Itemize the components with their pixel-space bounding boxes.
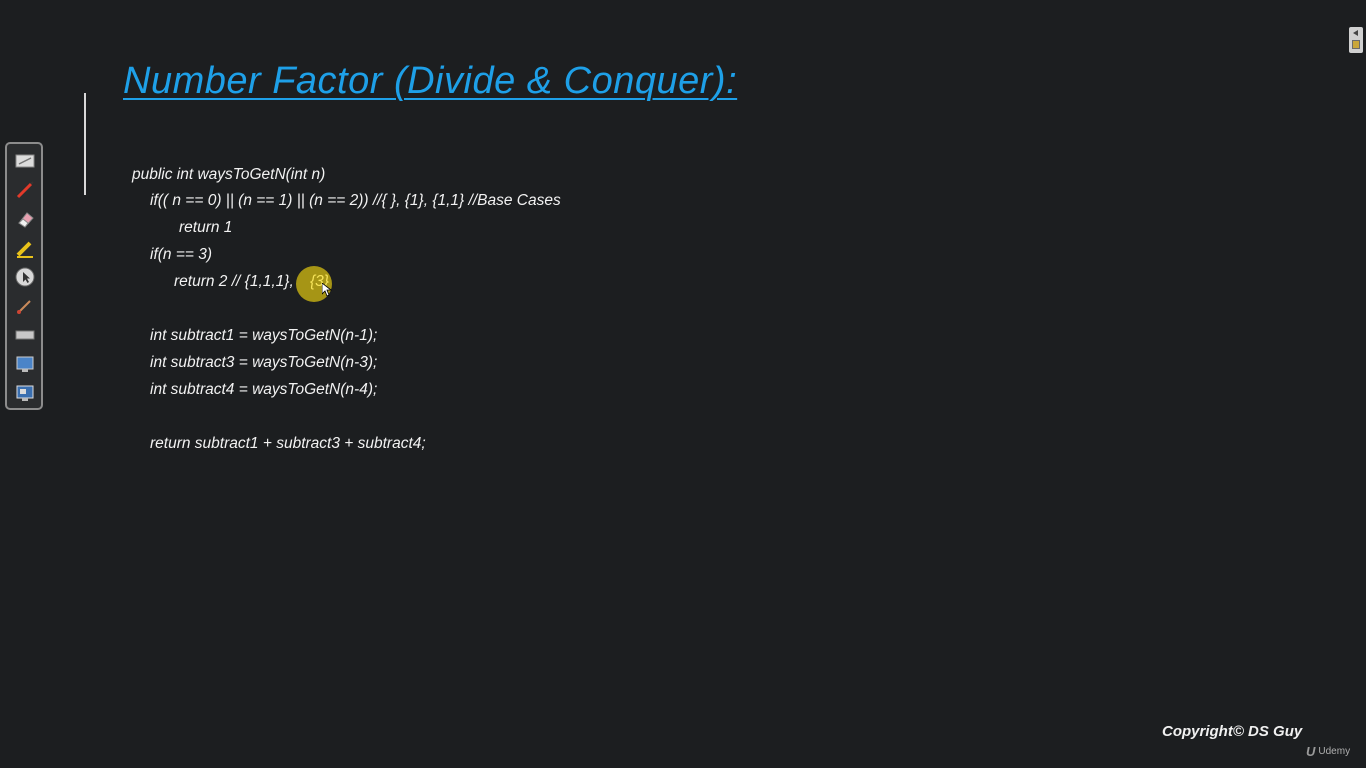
code-line: int subtract3 = waysToGetN(n-3); <box>150 354 378 371</box>
code-line: int subtract1 = waysToGetN(n-1); <box>150 327 378 344</box>
mouse-cursor-icon <box>322 283 332 297</box>
pointer-icon[interactable] <box>14 266 36 288</box>
code-line: public int waysToGetN(int n) <box>132 166 326 183</box>
udemy-label: Udemy <box>1318 746 1351 757</box>
copyright-text: Copyright© DS Guy <box>1162 723 1303 740</box>
slide-view-icon[interactable] <box>14 150 36 172</box>
slide-title: Number Factor (Divide & Conquer): <box>123 60 738 102</box>
presentation-slide: Number Factor (Divide & Conquer): public… <box>0 0 1366 768</box>
code-line: return subtract1 + subtract3 + subtract4… <box>150 435 426 452</box>
code-line: if(n == 3) <box>150 246 213 263</box>
blank-screen-icon[interactable] <box>14 324 36 346</box>
annotation-toolbar <box>5 142 43 410</box>
eraser-icon[interactable] <box>14 208 36 230</box>
code-line: if(( n == 0) || (n == 1) || (n == 2)) //… <box>150 192 561 209</box>
slide-icon <box>1352 40 1360 49</box>
laser-icon[interactable] <box>14 295 36 317</box>
code-line: return 1 <box>179 219 233 236</box>
highlighter-icon[interactable] <box>14 237 36 259</box>
divider-line <box>84 93 86 195</box>
pen-icon[interactable] <box>14 179 36 201</box>
monitor-icon[interactable] <box>14 382 36 404</box>
screen-icon[interactable] <box>14 353 36 375</box>
udemy-logo-icon: U <box>1306 744 1316 759</box>
udemy-watermark: U Udemy <box>1306 744 1350 759</box>
arrow-left-icon <box>1353 30 1358 36</box>
presenter-corner-button[interactable] <box>1349 27 1363 53</box>
code-line: int subtract4 = waysToGetN(n-4); <box>150 381 378 398</box>
code-line: return 2 // {1,1,1}, <box>174 273 294 290</box>
